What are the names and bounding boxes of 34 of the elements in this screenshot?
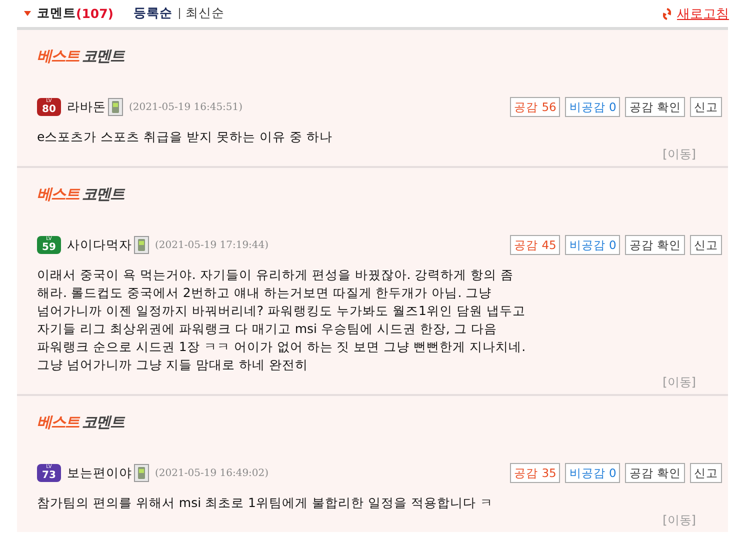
- best-comment-label: 베스트 코멘트: [37, 46, 126, 66]
- comment-date: (2021-05-19 16:49:02): [155, 468, 269, 478]
- mobile-phone-icon: [134, 464, 149, 482]
- report-button[interactable]: 신고: [690, 97, 722, 117]
- author-name[interactable]: 보는편이야: [67, 464, 132, 482]
- report-button[interactable]: 신고: [690, 235, 722, 255]
- like-button[interactable]: 공감 56: [510, 97, 560, 117]
- like-button[interactable]: 공감 45: [510, 235, 560, 255]
- best-comment-label: 베스트 코멘트: [37, 412, 126, 432]
- comment-text: 참가팀의 편의를 위해서 msi 최초로 1위팀에게 불합리한 일정을 적용합니다 ㅋ: [37, 494, 494, 512]
- comment-count: (107): [76, 6, 114, 21]
- dislike-button[interactable]: 비공감 0: [565, 463, 620, 483]
- comment-text: e스포츠가 스포츠 취급을 받지 못하는 이유 중 하나: [37, 128, 334, 146]
- comment-title: 코멘트: [37, 5, 76, 22]
- comment-date: (2021-05-19 16:45:51): [129, 102, 243, 112]
- mobile-phone-icon: [134, 236, 149, 254]
- like-button[interactable]: 공감 35: [510, 463, 560, 483]
- comment-text: 이래서 중국이 욕 먹는거야. 자기들이 유리하게 편성을 바꿨잖아. 강력하게 항의 좀 해라. 롤드컵도 중국에서 2번하고 얘내 하는거보면 따질게 한두개가 아님. 그냥 넘어가니까 이젠 일정까지 바꿔버리네? 파워랭킹도 누가봐도 월즈1위인 담원 냅두고 자기들 리그 최상위권에 파워랭크 다 매기고 msi 우승팀에 시드권 한장, 그 다음 파워랭크 순으로 시드권 1장 ㅋㅋ 어이가 없어 하는 짓 보면 그냥 뻔뻔한게 지나치네. 그냥 넘어가니까 그냥 지들 맘대로 하네 완전히: [37, 266, 527, 374]
- sort-option[interactable]: 등록순: [134, 5, 173, 22]
- author-name[interactable]: 사이다먹자: [67, 236, 132, 254]
- caret-icon: [24, 11, 31, 16]
- refresh-icon[interactable]: [663, 8, 671, 20]
- check-likes-button[interactable]: 공감 확인: [625, 235, 685, 255]
- dislike-button[interactable]: 비공감 0: [565, 235, 620, 255]
- best-comment-label: 베스트 코멘트: [37, 184, 126, 204]
- check-likes-button[interactable]: 공감 확인: [625, 463, 685, 483]
- sort-option[interactable]: 최신순: [186, 5, 225, 22]
- report-button[interactable]: 신고: [690, 463, 722, 483]
- author-name[interactable]: 라바돈: [67, 98, 106, 116]
- check-likes-button[interactable]: 공감 확인: [625, 97, 685, 117]
- dislike-button[interactable]: 비공감 0: [565, 97, 620, 117]
- mobile-phone-icon: [108, 98, 123, 116]
- refresh-link[interactable]: 새로고침: [677, 4, 729, 22]
- comment-date: (2021-05-19 17:19:44): [155, 240, 269, 250]
